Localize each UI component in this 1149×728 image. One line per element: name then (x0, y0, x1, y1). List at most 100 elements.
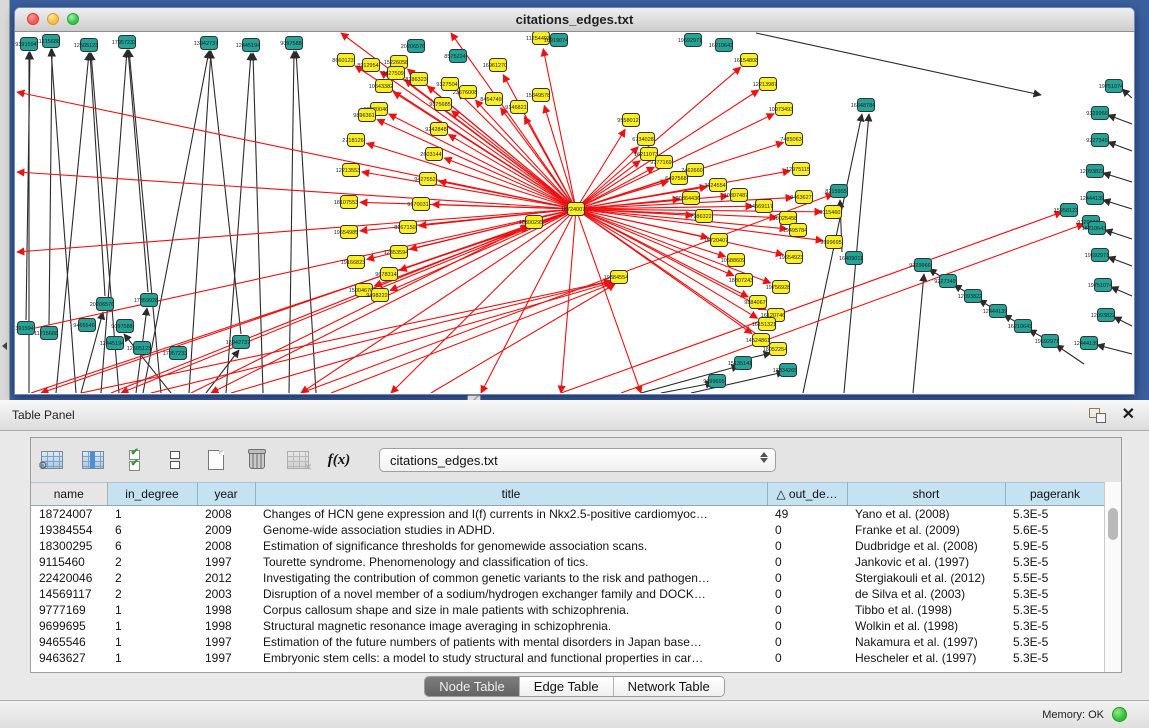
left-panel-strip[interactable] (0, 0, 10, 400)
table-cell[interactable]: 0 (767, 538, 847, 554)
table-cell[interactable]: Nakamura et al. (1997) (847, 634, 1005, 650)
close-button[interactable] (27, 13, 39, 25)
tab-network-table[interactable]: Network Table (614, 677, 724, 696)
table-cell[interactable]: 0 (767, 602, 847, 618)
table-cell[interactable]: 1 (107, 650, 197, 666)
column-header-name[interactable]: name (31, 483, 107, 506)
table-cell[interactable]: 0 (767, 554, 847, 570)
citation-network-graph[interactable]: 1872400786601238912954152260589827509105… (15, 32, 1132, 393)
delete-table-button[interactable]: ✕ (285, 447, 311, 473)
table-cell[interactable]: 2012 (197, 570, 255, 586)
table-cell[interactable]: Dudbridge et al. (2008) (847, 538, 1005, 554)
table-mode-button[interactable]: ⚙ (39, 447, 65, 473)
table-row[interactable]: 1830029562008Estimation of significance … (31, 538, 1105, 554)
table-cell[interactable]: Tibbo et al. (1998) (847, 602, 1005, 618)
table-cell[interactable]: 0 (767, 618, 847, 634)
create-column-button[interactable] (203, 447, 229, 473)
table-cell[interactable]: 2009 (197, 522, 255, 538)
table-cell[interactable]: 5.3E-5 (1005, 618, 1105, 634)
table-row[interactable]: 969969511998Structural magnetic resonanc… (31, 618, 1105, 634)
table-cell[interactable]: 2 (107, 570, 197, 586)
table-cell[interactable]: 0 (767, 634, 847, 650)
table-row[interactable]: 2242004622012Investigating the contribut… (31, 570, 1105, 586)
table-cell[interactable]: 14569117 (31, 586, 107, 602)
scrollbar-thumb[interactable] (1108, 508, 1118, 540)
delete-column-button[interactable] (244, 447, 270, 473)
table-cell[interactable]: 22420046 (31, 570, 107, 586)
table-cell[interactable]: 5.5E-5 (1005, 570, 1105, 586)
column-header-short[interactable]: short (847, 483, 1005, 506)
table-cell[interactable]: Franke et al. (2009) (847, 522, 1005, 538)
table-cell[interactable]: 9777169 (31, 602, 107, 618)
table-cell[interactable]: Hescheler et al. (1997) (847, 650, 1005, 666)
table-selector-dropdown[interactable]: citations_edges.txt (379, 448, 776, 472)
table-cell[interactable]: 9699695 (31, 618, 107, 634)
table-cell[interactable]: 1998 (197, 618, 255, 634)
zoom-button[interactable] (67, 13, 79, 25)
table-cell[interactable]: Changes of HCN gene expression and I(f) … (255, 506, 767, 523)
table-cell[interactable]: Jankovic et al. (1997) (847, 554, 1005, 570)
table-cell[interactable]: de Silva et al. (2003) (847, 586, 1005, 602)
table-cell[interactable]: 1 (107, 618, 197, 634)
panel-collapse-arrow-icon[interactable] (2, 342, 7, 350)
table-cell[interactable]: Estimation of significance thresholds fo… (255, 538, 767, 554)
table-cell[interactable]: 18724007 (31, 506, 107, 523)
table-cell[interactable]: 18300295 (31, 538, 107, 554)
table-cell[interactable]: 1998 (197, 602, 255, 618)
table-cell[interactable]: 0 (767, 522, 847, 538)
table-cell[interactable]: Wolkin et al. (1998) (847, 618, 1005, 634)
table-cell[interactable]: 49 (767, 506, 847, 523)
table-cell[interactable]: 5.3E-5 (1005, 634, 1105, 650)
table-cell[interactable]: 2 (107, 554, 197, 570)
table-cell[interactable]: Corpus callosum shape and size in male p… (255, 602, 767, 618)
table-cell[interactable]: 1997 (197, 650, 255, 666)
table-cell[interactable]: 5.9E-5 (1005, 538, 1105, 554)
table-cell[interactable]: 5.6E-5 (1005, 522, 1105, 538)
table-cell[interactable]: Disruption of a novel member of a sodium… (255, 586, 767, 602)
table-cell[interactable]: 1 (107, 506, 197, 523)
table-row[interactable]: 1872400712008Changes of HCN gene express… (31, 506, 1105, 523)
table-cell[interactable]: 5.3E-5 (1005, 650, 1105, 666)
show-columns-button[interactable] (80, 447, 106, 473)
minimize-button[interactable] (47, 13, 59, 25)
table-cell[interactable]: 6 (107, 522, 197, 538)
column-header-pagerank[interactable]: pagerank (1005, 483, 1105, 506)
tab-node-table[interactable]: Node Table (425, 677, 520, 696)
tab-edge-table[interactable]: Edge Table (520, 677, 614, 696)
select-columns-button[interactable] (121, 447, 147, 473)
row-height-button[interactable] (162, 447, 188, 473)
table-cell[interactable]: 9115460 (31, 554, 107, 570)
table-row[interactable]: 977716911998Corpus callosum shape and si… (31, 602, 1105, 618)
table-cell[interactable]: 5.3E-5 (1005, 506, 1105, 523)
vertical-scrollbar[interactable] (1104, 482, 1121, 672)
table-cell[interactable]: 9463627 (31, 650, 107, 666)
float-panel-icon[interactable] (1089, 408, 1106, 423)
table-cell[interactable]: 5.3E-5 (1005, 554, 1105, 570)
table-cell[interactable]: Tourette syndrome. Phenomenology and cla… (255, 554, 767, 570)
column-header-title[interactable]: title (255, 483, 767, 506)
table-cell[interactable]: Embryonic stem cells: a model to study s… (255, 650, 767, 666)
table-cell[interactable]: Estimation of the future numbers of pati… (255, 634, 767, 650)
table-cell[interactable]: 1 (107, 602, 197, 618)
table-cell[interactable]: 1997 (197, 554, 255, 570)
table-row[interactable]: 1456911722003Disruption of a novel membe… (31, 586, 1105, 602)
table-cell[interactable]: 0 (767, 586, 847, 602)
table-cell[interactable]: 6 (107, 538, 197, 554)
table-cell[interactable]: Structural magnetic resonance image aver… (255, 618, 767, 634)
table-cell[interactable]: 1997 (197, 634, 255, 650)
function-builder-button[interactable]: f(x) (326, 447, 352, 473)
table-cell[interactable]: 5.3E-5 (1005, 586, 1105, 602)
column-header-in_degree[interactable]: in_degree (107, 483, 197, 506)
table-cell[interactable]: 9465546 (31, 634, 107, 650)
table-cell[interactable]: 2003 (197, 586, 255, 602)
table-row[interactable]: 911546021997Tourette syndrome. Phenomeno… (31, 554, 1105, 570)
table-cell[interactable]: 19384554 (31, 522, 107, 538)
close-panel-icon[interactable]: ✕ (1122, 407, 1135, 423)
table-cell[interactable]: Genome-wide association studies in ADHD. (255, 522, 767, 538)
column-header-year[interactable]: year (197, 483, 255, 506)
table-cell[interactable]: Yano et al. (2008) (847, 506, 1005, 523)
column-header-out_de[interactable]: △ out_de… (767, 483, 847, 506)
network-window-titlebar[interactable]: citations_edges.txt (15, 8, 1134, 32)
table-cell[interactable]: 2008 (197, 538, 255, 554)
table-row[interactable]: 946362711997Embryonic stem cells: a mode… (31, 650, 1105, 666)
